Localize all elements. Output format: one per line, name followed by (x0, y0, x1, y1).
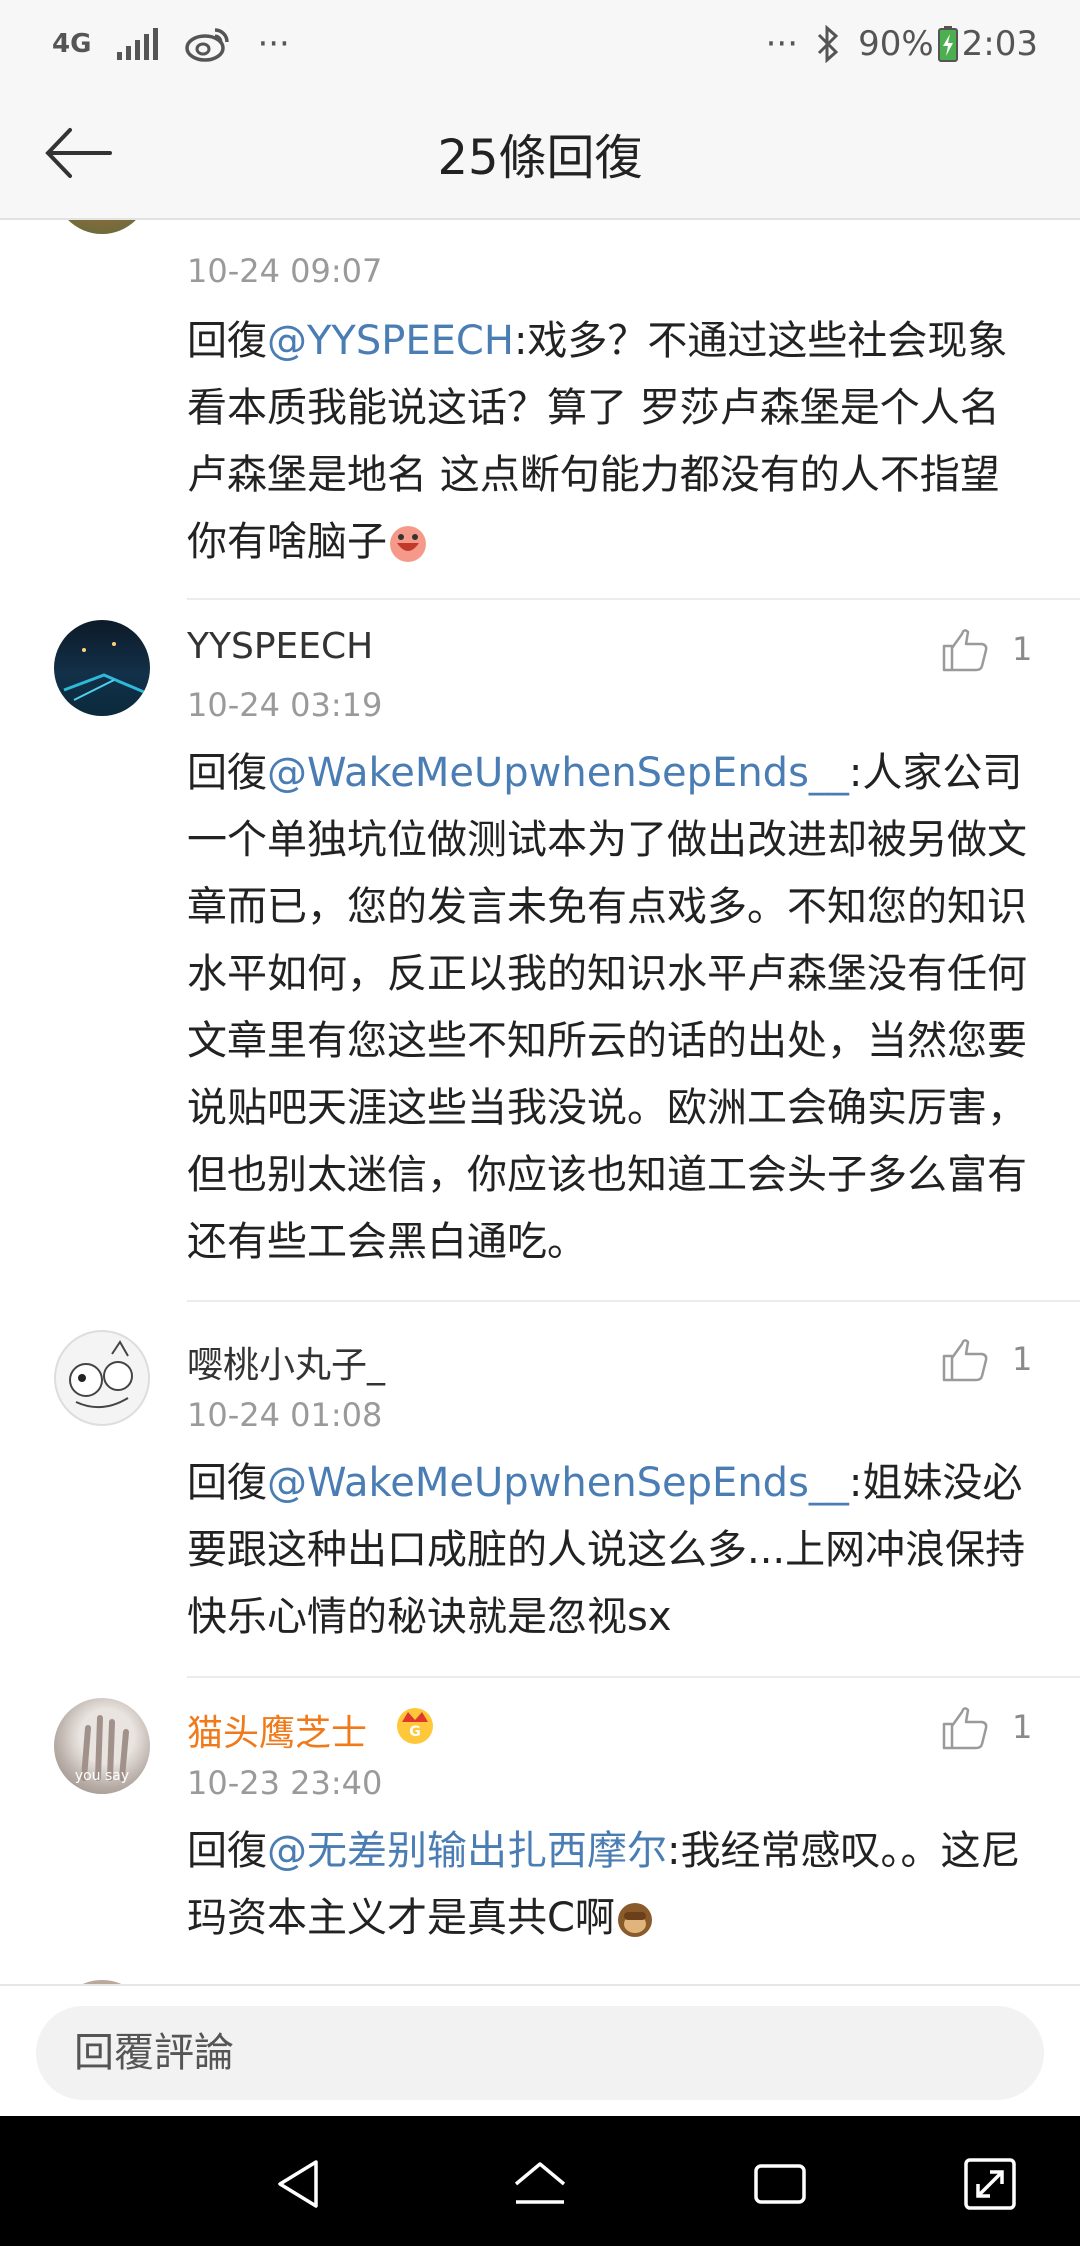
comment-body: 回復@WakeMeUpwhenSepEnds__:姐妹没必要跟这种出口成脏的人说… (187, 1450, 1037, 1651)
page-title: 25條回復 (437, 130, 643, 186)
battery-charging-icon (937, 26, 958, 62)
header-bar: 25條回復 (0, 88, 1080, 220)
reply-prefix: 回復 (187, 750, 267, 796)
mention-link[interactable]: @WakeMeUpwhenSepEnds__ (267, 1460, 849, 1506)
comment-username[interactable]: 嘤桃小丸子_ (187, 1336, 385, 1388)
like-count: 1 (1012, 630, 1033, 668)
network-type-icon: 4G (52, 29, 92, 59)
avatar-caption: you say (75, 1768, 129, 1784)
mention-link[interactable]: @YYSPEECH (267, 318, 514, 364)
monkey-emoji-icon (617, 1903, 652, 1937)
reply-prefix: 回復 (187, 1460, 267, 1506)
comment-time: 10-24 01:08 (187, 1396, 383, 1434)
thumb-up-icon[interactable] (940, 1334, 990, 1384)
comment-body: 回復@无差别输出扎西摩尔:我经常感叹。。这尼玛资本主义才是真共C啊 (187, 1818, 1037, 1952)
nav-expand-icon[interactable] (960, 2154, 1020, 2214)
bluetooth-icon (818, 25, 839, 63)
comment-time: 10-24 03:19 (187, 686, 383, 724)
comment-item: YYSPEECH 1 10-24 03:19 回復@WakeMeUpwhenSe… (0, 600, 1080, 1310)
system-nav-bar (0, 2116, 1080, 2246)
weibo-icon (185, 28, 230, 62)
comment-body: 回復@WakeMeUpwhenSepEnds__:人家公司一个单独坑位做测试本为… (187, 740, 1037, 1276)
comment-list[interactable]: 10-24 09:07 回復@YYSPEECH:戏多？不通过这些社会现象看本质我… (0, 220, 1080, 1984)
clock: 2:03 (961, 24, 1038, 64)
status-more-right: ··· (765, 24, 799, 64)
divider (187, 1300, 1080, 1302)
reply-prefix: 回復 (187, 318, 267, 364)
thumb-up-icon[interactable] (940, 624, 990, 674)
signal-icon (117, 28, 159, 60)
reply-prefix: 回復 (187, 1828, 267, 1874)
comment-time: 10-24 09:07 (187, 252, 383, 290)
comment-text: :人家公司一个单独坑位做测试本为了做出改进却被另做文章而已，您的发言未免有点戏多… (187, 750, 1027, 1265)
comment-time: 10-23 23:40 (187, 1764, 383, 1802)
thumb-up-icon[interactable] (940, 1702, 990, 1752)
vip-crown-icon: G (397, 1708, 433, 1744)
nav-home-icon[interactable] (510, 2154, 570, 2214)
status-bar: 4G ··· ··· 90% 2:03 (0, 0, 1080, 88)
svg-text:G: G (409, 1724, 421, 1740)
avatar-image: you say (75, 1715, 129, 1784)
mention-link[interactable]: @WakeMeUpwhenSepEnds__ (267, 750, 849, 796)
reply-bar: 回覆評論 (0, 1984, 1080, 2118)
like-count: 1 (1012, 1708, 1033, 1746)
mention-link[interactable]: @无差别输出扎西摩尔 (267, 1828, 667, 1874)
avatar[interactable] (54, 1330, 150, 1426)
comment-item: 嘤桃小丸子_ 1 10-24 01:08 回復@WakeMeUpwhenSepE… (0, 1310, 1080, 1680)
like-count: 1 (1012, 1340, 1033, 1378)
avatar[interactable] (54, 220, 150, 234)
comment-item: you say 猫头鹰芝士 G 1 10-23 23:40 回復@无差别输出扎西… (0, 1678, 1080, 1984)
avatar-image (69, 1340, 133, 1409)
comment-username[interactable]: YYSPEECH (187, 626, 373, 667)
reply-input[interactable]: 回覆評論 (36, 2006, 1044, 2100)
avatar[interactable] (54, 620, 150, 716)
comment-body: 回復@YYSPEECH:戏多？不通过这些社会现象看本质我能说这话？算了 罗莎卢森… (187, 308, 1037, 576)
comment-username[interactable]: 猫头鹰芝士 (187, 1704, 367, 1756)
avatar-image (63, 642, 145, 701)
battery-percent: 90% (858, 24, 934, 64)
laughing-emoji-icon (390, 526, 426, 562)
nav-back-icon[interactable] (270, 2154, 330, 2214)
nav-recents-icon[interactable] (750, 2154, 810, 2214)
status-more-left: ··· (257, 24, 290, 64)
avatar[interactable]: you say (54, 1698, 150, 1794)
